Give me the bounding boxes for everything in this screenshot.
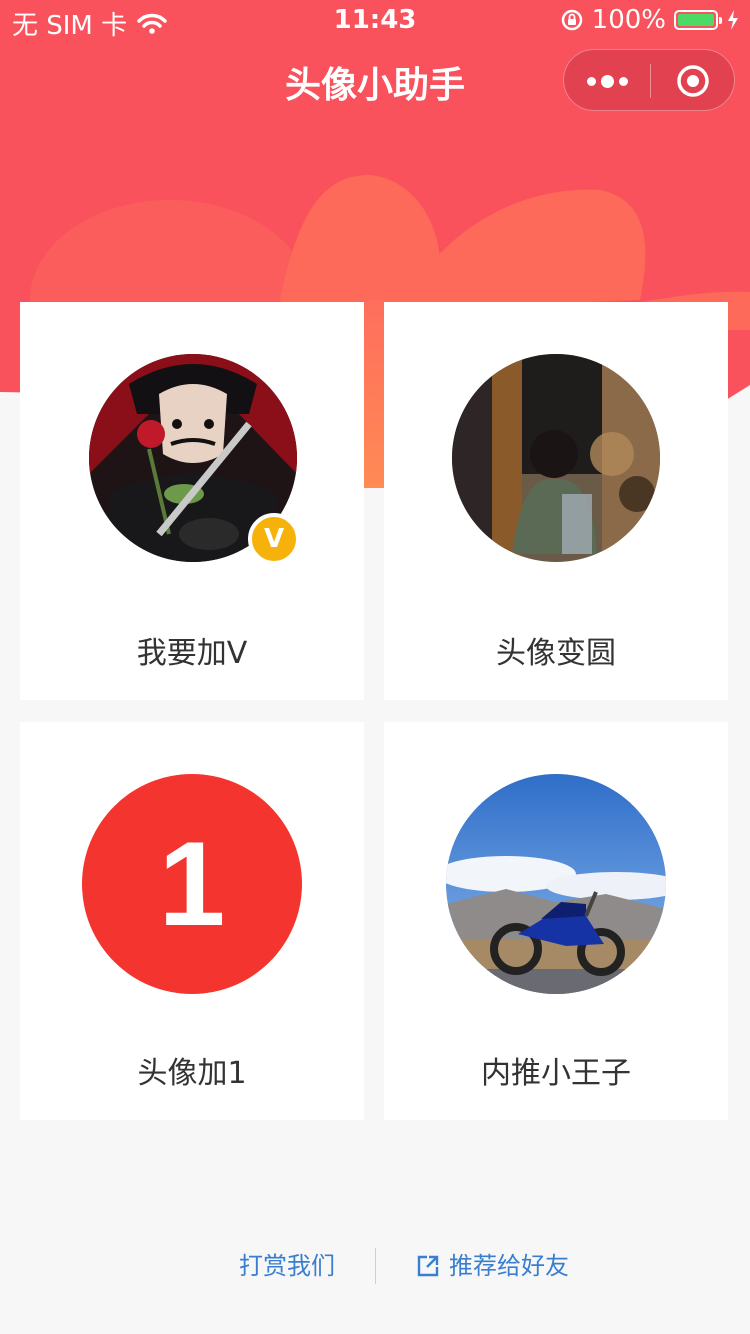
more-icon: [586, 76, 596, 86]
card-add-v[interactable]: V 我要加V: [20, 302, 364, 700]
verified-badge: V: [248, 513, 300, 565]
card-label: 头像加1: [137, 1056, 247, 1091]
card-round-avatar[interactable]: 头像变圆: [384, 302, 728, 700]
avatar-image-mask: [452, 354, 660, 562]
battery-percent: 100%: [591, 5, 666, 35]
share-link[interactable]: 推荐给好友: [415, 1245, 569, 1287]
avatar-image-mask: [446, 774, 666, 994]
card-referral[interactable]: 内推小王子: [384, 722, 728, 1120]
number-avatar: 1: [82, 774, 302, 994]
card-add-one[interactable]: 1 头像加1: [20, 722, 364, 1120]
close-button[interactable]: [650, 50, 736, 112]
number-one-text: 1: [158, 817, 226, 951]
close-target-icon: [677, 65, 709, 97]
charging-icon: [728, 10, 738, 30]
more-button[interactable]: [564, 50, 650, 112]
card-label: 头像变圆: [496, 636, 616, 671]
orientation-lock-icon: [561, 9, 582, 31]
card-label: 我要加V: [136, 636, 248, 671]
mini-program-capsule: [563, 49, 735, 111]
status-bar: 无 SIM 卡 11:43 100%: [0, 0, 750, 41]
share-external-icon: [417, 1255, 439, 1277]
footer-links: 打赏我们 推荐给好友: [0, 1245, 750, 1287]
share-link-label: 推荐给好友: [449, 1252, 569, 1280]
footer-divider: [375, 1248, 376, 1284]
card-label: 内推小王子: [481, 1056, 631, 1091]
battery-icon: [674, 10, 722, 30]
reward-link[interactable]: 打赏我们: [239, 1245, 335, 1287]
